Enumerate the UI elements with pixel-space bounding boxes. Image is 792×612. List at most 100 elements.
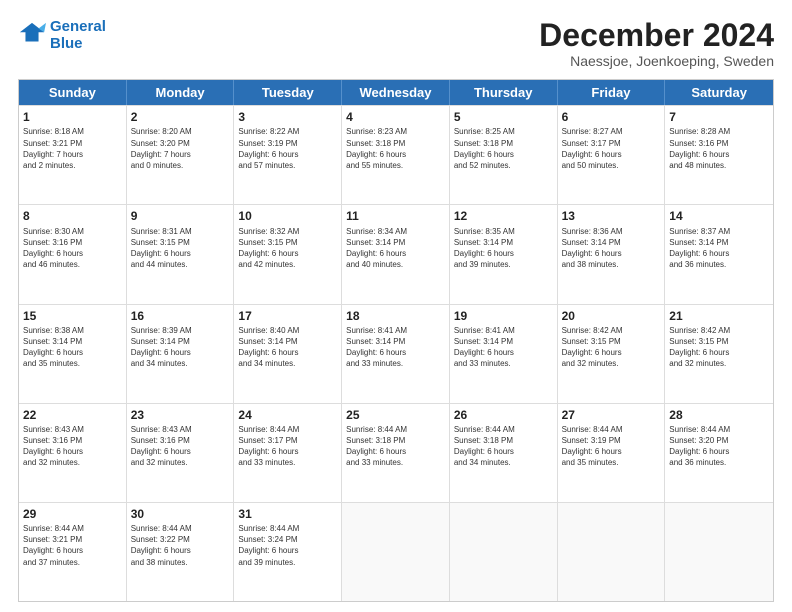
cal-day-11: 11 Sunrise: 8:34 AM Sunset: 3:14 PM Dayli… (342, 205, 450, 303)
day-number: 28 (669, 407, 769, 423)
cal-day-23: 23Sunrise: 8:43 AM Sunset: 3:16 PM Dayli… (127, 404, 235, 502)
cal-day-6: 6Sunrise: 8:27 AM Sunset: 3:17 PM Daylig… (558, 106, 666, 204)
day-content: Sunrise: 8:41 AM Sunset: 3:14 PM Dayligh… (454, 325, 553, 370)
cal-day-28: 28Sunrise: 8:44 AM Sunset: 3:20 PM Dayli… (665, 404, 773, 502)
cal-day-24: 24Sunrise: 8:44 AM Sunset: 3:17 PM Dayli… (234, 404, 342, 502)
cal-row-1: 1Sunrise: 8:18 AM Sunset: 3:21 PM Daylig… (19, 105, 773, 204)
cal-header-wednesday: Wednesday (342, 80, 450, 105)
day-number: 31 (238, 506, 337, 522)
day-content: Sunrise: 8:20 AM Sunset: 3:20 PM Dayligh… (131, 126, 230, 171)
cal-header-friday: Friday (558, 80, 666, 105)
day-content: Sunrise: 8:44 AM Sunset: 3:17 PM Dayligh… (238, 424, 337, 469)
cal-day-15: 15Sunrise: 8:38 AM Sunset: 3:14 PM Dayli… (19, 305, 127, 403)
cal-header-monday: Monday (127, 80, 235, 105)
day-content: Sunrise: 8:42 AM Sunset: 3:15 PM Dayligh… (562, 325, 661, 370)
day-content: Sunrise: 8:43 AM Sunset: 3:16 PM Dayligh… (131, 424, 230, 469)
day-number: 21 (669, 308, 769, 324)
cal-day-30: 30Sunrise: 8:44 AM Sunset: 3:22 PM Dayli… (127, 503, 235, 601)
day-content: Sunrise: 8:44 AM Sunset: 3:18 PM Dayligh… (346, 424, 445, 469)
day-content: Sunrise: 8:25 AM Sunset: 3:18 PM Dayligh… (454, 126, 553, 171)
day-content: Sunrise: 8:44 AM Sunset: 3:24 PM Dayligh… (238, 523, 337, 568)
cal-day-14: 14Sunrise: 8:37 AM Sunset: 3:14 PM Dayli… (665, 205, 773, 303)
day-content: Sunrise: 8:23 AM Sunset: 3:18 PM Dayligh… (346, 126, 445, 171)
cal-empty-4-3 (342, 503, 450, 601)
day-number: 15 (23, 308, 122, 324)
day-number: 17 (238, 308, 337, 324)
day-number: 14 (669, 208, 769, 224)
day-number: 3 (238, 109, 337, 125)
cal-day-17: 17Sunrise: 8:40 AM Sunset: 3:14 PM Dayli… (234, 305, 342, 403)
cal-row-2: 8 Sunrise: 8:30 AM Sunset: 3:16 PM Daylig… (19, 204, 773, 303)
day-content: Sunrise: 8:22 AM Sunset: 3:19 PM Dayligh… (238, 126, 337, 171)
calendar: SundayMondayTuesdayWednesdayThursdayFrid… (18, 79, 774, 602)
day-content: Sunrise: 8:27 AM Sunset: 3:17 PM Dayligh… (562, 126, 661, 171)
day-number: 2 (131, 109, 230, 125)
day-number: 4 (346, 109, 445, 125)
day-number: 12 (454, 208, 553, 224)
day-content: Sunrise: 8:30 AM Sunset: 3:16 PM Dayligh… (23, 226, 122, 271)
day-number: 24 (238, 407, 337, 423)
cal-header-saturday: Saturday (665, 80, 773, 105)
cal-day-27: 27Sunrise: 8:44 AM Sunset: 3:19 PM Dayli… (558, 404, 666, 502)
logo: General Blue (18, 18, 106, 53)
day-number: 9 (131, 208, 230, 224)
cal-empty-4-6 (665, 503, 773, 601)
day-content: Sunrise: 8:44 AM Sunset: 3:20 PM Dayligh… (669, 424, 769, 469)
day-number: 11 (346, 208, 445, 224)
cal-day-9: 9Sunrise: 8:31 AM Sunset: 3:15 PM Daylig… (127, 205, 235, 303)
day-content: Sunrise: 8:43 AM Sunset: 3:16 PM Dayligh… (23, 424, 122, 469)
day-content: Sunrise: 8:35 AM Sunset: 3:14 PM Dayligh… (454, 226, 553, 271)
day-content: Sunrise: 8:28 AM Sunset: 3:16 PM Dayligh… (669, 126, 769, 171)
cal-day-19: 19Sunrise: 8:41 AM Sunset: 3:14 PM Dayli… (450, 305, 558, 403)
cal-day-18: 18Sunrise: 8:41 AM Sunset: 3:14 PM Dayli… (342, 305, 450, 403)
day-number: 10 (238, 208, 337, 224)
day-content: Sunrise: 8:41 AM Sunset: 3:14 PM Dayligh… (346, 325, 445, 370)
cal-day-8: 8 Sunrise: 8:30 AM Sunset: 3:16 PM Daylig… (19, 205, 127, 303)
day-number: 6 (562, 109, 661, 125)
calendar-body: 1Sunrise: 8:18 AM Sunset: 3:21 PM Daylig… (19, 105, 773, 601)
calendar-header: SundayMondayTuesdayWednesdayThursdayFrid… (19, 80, 773, 105)
cal-day-3: 3Sunrise: 8:22 AM Sunset: 3:19 PM Daylig… (234, 106, 342, 204)
page: General Blue December 2024 Naessjoe, Joe… (0, 0, 792, 612)
day-number: 23 (131, 407, 230, 423)
day-content: Sunrise: 8:44 AM Sunset: 3:22 PM Dayligh… (131, 523, 230, 568)
cal-day-2: 2Sunrise: 8:20 AM Sunset: 3:20 PM Daylig… (127, 106, 235, 204)
day-content: Sunrise: 8:44 AM Sunset: 3:21 PM Dayligh… (23, 523, 122, 568)
day-number: 29 (23, 506, 122, 522)
cal-day-13: 13Sunrise: 8:36 AM Sunset: 3:14 PM Dayli… (558, 205, 666, 303)
day-number: 25 (346, 407, 445, 423)
logo-icon (18, 21, 46, 49)
cal-row-3: 15Sunrise: 8:38 AM Sunset: 3:14 PM Dayli… (19, 304, 773, 403)
cal-row-4: 22Sunrise: 8:43 AM Sunset: 3:16 PM Dayli… (19, 403, 773, 502)
logo-text: General Blue (50, 18, 106, 53)
cal-day-5: 5Sunrise: 8:25 AM Sunset: 3:18 PM Daylig… (450, 106, 558, 204)
day-number: 20 (562, 308, 661, 324)
cal-day-25: 25Sunrise: 8:44 AM Sunset: 3:18 PM Dayli… (342, 404, 450, 502)
day-number: 27 (562, 407, 661, 423)
cal-day-10: 10Sunrise: 8:32 AM Sunset: 3:15 PM Dayli… (234, 205, 342, 303)
day-content: Sunrise: 8:42 AM Sunset: 3:15 PM Dayligh… (669, 325, 769, 370)
day-number: 1 (23, 109, 122, 125)
day-content: Sunrise: 8:40 AM Sunset: 3:14 PM Dayligh… (238, 325, 337, 370)
calendar-subtitle: Naessjoe, Joenkoeping, Sweden (539, 53, 774, 69)
cal-day-22: 22Sunrise: 8:43 AM Sunset: 3:16 PM Dayli… (19, 404, 127, 502)
day-number: 16 (131, 308, 230, 324)
cal-empty-4-4 (450, 503, 558, 601)
cal-row-5: 29Sunrise: 8:44 AM Sunset: 3:21 PM Dayli… (19, 502, 773, 601)
cal-header-tuesday: Tuesday (234, 80, 342, 105)
cal-day-12: 12 Sunrise: 8:35 AM Sunset: 3:14 PM Dayli… (450, 205, 558, 303)
cal-day-21: 21Sunrise: 8:42 AM Sunset: 3:15 PM Dayli… (665, 305, 773, 403)
day-content: Sunrise: 8:44 AM Sunset: 3:18 PM Dayligh… (454, 424, 553, 469)
day-number: 8 (23, 208, 122, 224)
day-number: 13 (562, 208, 661, 224)
day-number: 19 (454, 308, 553, 324)
day-number: 18 (346, 308, 445, 324)
day-content: Sunrise: 8:39 AM Sunset: 3:14 PM Dayligh… (131, 325, 230, 370)
cal-header-sunday: Sunday (19, 80, 127, 105)
day-number: 30 (131, 506, 230, 522)
day-content: Sunrise: 8:38 AM Sunset: 3:14 PM Dayligh… (23, 325, 122, 370)
cal-day-1: 1Sunrise: 8:18 AM Sunset: 3:21 PM Daylig… (19, 106, 127, 204)
day-content: Sunrise: 8:34 AM Sunset: 3:14 PM Dayligh… (346, 226, 445, 271)
header: General Blue December 2024 Naessjoe, Joe… (18, 18, 774, 69)
cal-header-thursday: Thursday (450, 80, 558, 105)
